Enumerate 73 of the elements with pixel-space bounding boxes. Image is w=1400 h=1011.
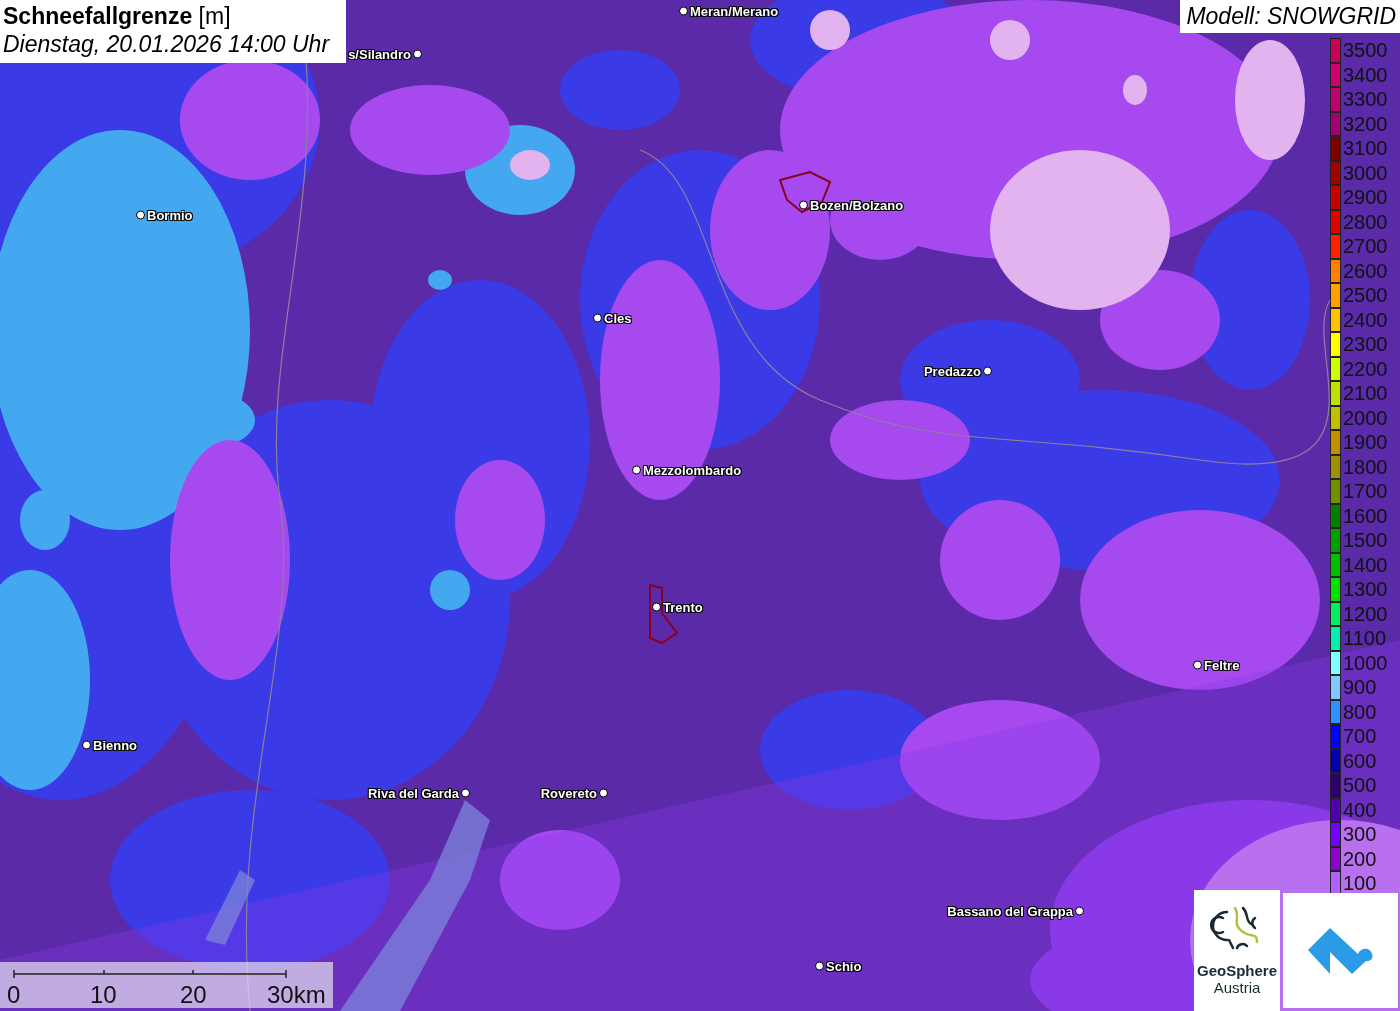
city-label: Predazzo (923, 363, 981, 379)
city-dot-icon (983, 366, 992, 376)
city-dot-icon (652, 602, 661, 612)
city-label: Bormio (147, 207, 193, 223)
logo-text: GeoSphere (1197, 962, 1277, 979)
logo-subtext: Austria (1213, 979, 1261, 996)
legend-label: 600 (1343, 750, 1377, 771)
city-dot-icon (1075, 906, 1084, 916)
scale-label: 0 (7, 981, 21, 1009)
city-label: Riva del Garda (367, 785, 459, 801)
city-label: Feltre (1204, 657, 1240, 673)
city-label: Trento (663, 599, 703, 615)
legend-label: 2900 (1343, 187, 1388, 208)
city-dot-icon (593, 313, 602, 323)
legend-label: 1400 (1343, 554, 1388, 575)
city-dot-icon (815, 961, 824, 971)
city-dot-icon (632, 465, 641, 475)
legend-label: 1100 (1343, 628, 1386, 649)
legend-label: 1500 (1343, 530, 1388, 551)
city-label: Meran/Merano (690, 3, 779, 19)
legend-label: 2400 (1343, 309, 1388, 330)
mountain-cloud-icon (1307, 927, 1374, 974)
city-dot-icon (599, 788, 608, 798)
legend-label: 3300 (1343, 89, 1388, 110)
legend-label: 300 (1343, 824, 1377, 845)
city-dot-icon (136, 210, 145, 220)
legend-label: 1200 (1343, 603, 1388, 624)
legend-label: 1300 (1343, 579, 1388, 600)
legend-label: 800 (1343, 701, 1377, 722)
city-dot-icon (82, 740, 91, 750)
city-label: Schio (826, 958, 862, 974)
map-title: Schneefallgrenze [m] (3, 2, 232, 30)
legend-label: 3200 (1343, 113, 1388, 134)
legend-label: 2800 (1343, 211, 1388, 232)
legend-label: 200 (1343, 848, 1377, 869)
legend-label: 900 (1343, 677, 1377, 698)
city-dot-icon (461, 788, 470, 798)
legend-label: 2500 (1343, 285, 1388, 306)
legend-label: 100 (1343, 873, 1377, 894)
legend-label: 2600 (1343, 260, 1388, 281)
scale-line-icon (10, 968, 290, 980)
city-label: Bienno (93, 737, 138, 753)
forecast-datetime: Dienstag, 20.01.2026 14:00 Uhr (3, 30, 331, 58)
city-dot-icon (679, 6, 688, 16)
city-label: Bassano del Grappa (947, 903, 1073, 919)
scale-label: 10 (90, 981, 117, 1009)
legend-label: 3400 (1343, 64, 1388, 85)
city-dot-icon (1193, 660, 1202, 670)
legend-label: 1700 (1343, 481, 1388, 502)
city-dot-icon (799, 200, 808, 210)
legend-label: 2200 (1343, 358, 1388, 379)
legend-label: 3100 (1343, 138, 1388, 159)
legend-label: 1900 (1343, 432, 1388, 453)
legend-label: 2100 (1343, 383, 1388, 404)
model-label: Modell: SNOWGRID (1180, 0, 1400, 33)
city-label: Bozen/Bolzano (810, 197, 904, 213)
legend-label: 500 (1343, 775, 1377, 796)
legend-label: 700 (1343, 726, 1377, 747)
city-label: s/Silandro (348, 46, 411, 62)
legend-label: 3000 (1343, 162, 1388, 183)
legend-label: 400 (1343, 799, 1377, 820)
legend-label: 3500 (1343, 40, 1388, 61)
city-label: Rovereto (540, 785, 597, 801)
scale-label: 30km (267, 981, 326, 1009)
city-dot-icon (413, 49, 422, 59)
legend-label: 1000 (1343, 652, 1388, 673)
city-label: Mezzolombardo (643, 462, 742, 478)
legend-label: 1800 (1343, 456, 1388, 477)
legend-label: 2300 (1343, 334, 1388, 355)
legend-label: 2700 (1343, 236, 1388, 257)
legend-label: 1600 (1343, 505, 1388, 526)
legend-label: 2000 (1343, 407, 1388, 428)
scale-label: 20 (180, 981, 207, 1009)
